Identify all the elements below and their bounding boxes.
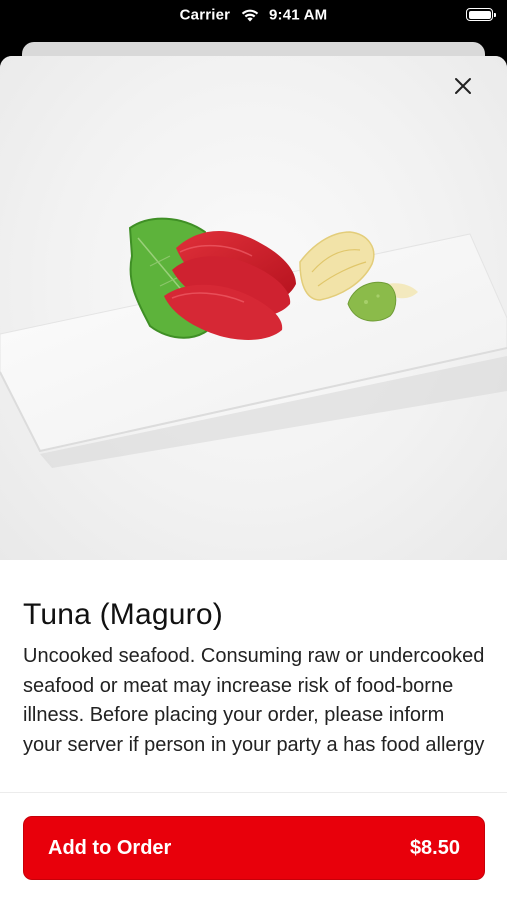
carrier-label: Carrier <box>179 6 231 24</box>
menu-item-photo <box>0 56 507 560</box>
item-description: Uncooked seafood. Consuming raw or under… <box>23 645 485 756</box>
item-details: Tuna (Maguro) Uncooked seafood. Consumin… <box>23 596 485 790</box>
add-to-order-button[interactable]: Add to Order $8.50 <box>23 816 485 880</box>
sashimi-plate-illustration <box>0 217 507 468</box>
status-time: 9:41 AM <box>268 6 328 24</box>
close-icon <box>455 78 471 94</box>
add-to-order-label: Add to Order <box>48 836 172 859</box>
item-price: $8.50 <box>409 836 460 859</box>
battery-fill <box>468 10 491 19</box>
battery-icon <box>466 8 496 21</box>
status-bar: Carrier 9:41 AM <box>0 0 507 36</box>
order-footer: Add to Order $8.50 <box>0 792 507 900</box>
item-title: Tuna (Maguro) <box>23 598 223 631</box>
item-detail-sheet: Tuna (Maguro) Uncooked seafood. Consumin… <box>0 56 507 900</box>
status-center: Carrier 9:41 AM <box>0 6 507 24</box>
close-button[interactable] <box>453 76 485 108</box>
wifi-icon <box>241 9 258 22</box>
